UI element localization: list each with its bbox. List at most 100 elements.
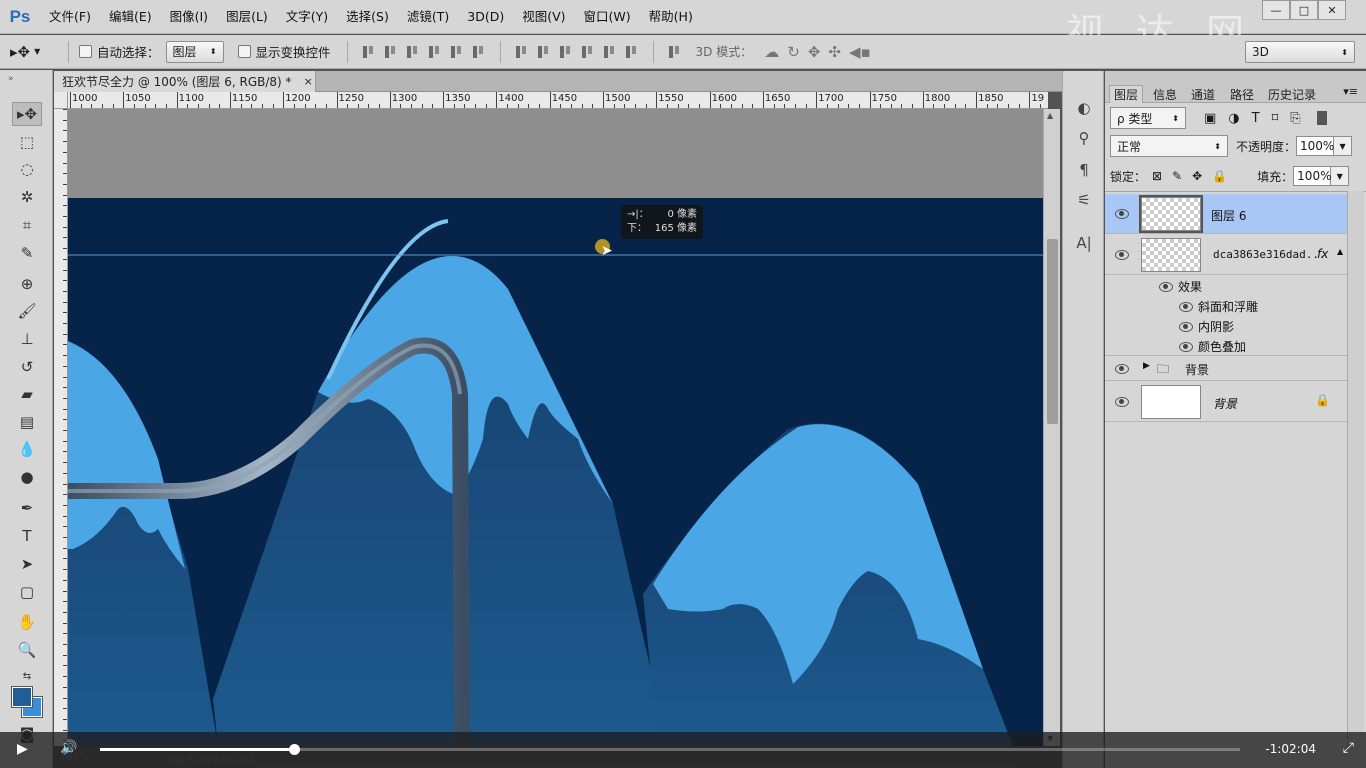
tab-info[interactable]: 信息 <box>1149 85 1181 103</box>
visibility-eye-icon[interactable] <box>1115 250 1129 260</box>
distribute-left-icon[interactable] <box>579 43 597 61</box>
layer-row[interactable]: 背景 🔒 <box>1105 382 1347 422</box>
fx-icon[interactable]: fx <box>1317 247 1328 261</box>
paragraph-panel-icon[interactable]: ¶ <box>1073 159 1095 181</box>
type-tool-icon[interactable]: T <box>12 524 42 548</box>
eyedropper-tool-icon[interactable]: ✎ <box>12 241 42 265</box>
menu-help[interactable]: 帮助(H) <box>640 0 702 34</box>
align-bottom-icon[interactable] <box>404 43 422 61</box>
blend-mode-dropdown[interactable]: 正常 ⬍ <box>1110 135 1228 157</box>
slide-3d-icon[interactable]: ✣ <box>828 43 841 61</box>
effect-bevel-emboss[interactable]: 斜面和浮雕 <box>1198 298 1258 315</box>
document-tab[interactable]: 狂欢节尽全力 @ 100% (图层 6, RGB/8) * × <box>54 71 316 92</box>
auto-select-checkbox[interactable] <box>79 45 92 58</box>
distribute-bottom-icon[interactable] <box>557 43 575 61</box>
menu-window[interactable]: 窗口(W) <box>575 0 640 34</box>
visibility-eye-icon[interactable] <box>1159 282 1173 292</box>
align-left-icon[interactable] <box>426 43 444 61</box>
tab-layers[interactable]: 图层 <box>1109 85 1144 103</box>
visibility-eye-icon[interactable] <box>1179 302 1193 312</box>
opacity-input[interactable]: 100% <box>1296 136 1334 156</box>
collapse-effects-icon[interactable]: ▲ <box>1337 247 1343 256</box>
pixel-filter-icon[interactable]: ▣ <box>1204 111 1216 126</box>
layer-name[interactable]: 背景 <box>1213 395 1237 412</box>
menu-image[interactable]: 图像(I) <box>161 0 217 34</box>
auto-select-dropdown[interactable]: 图层 ⬍ <box>165 40 224 63</box>
menu-3d[interactable]: 3D(D) <box>458 0 513 34</box>
scroll-up-icon[interactable]: ▲ <box>1047 111 1053 120</box>
brush-tool-icon[interactable]: 🖌 <box>12 299 42 323</box>
visibility-eye-icon[interactable] <box>1179 322 1193 332</box>
visibility-eye-icon[interactable] <box>1115 364 1129 374</box>
hand-tool-icon[interactable]: ✋ <box>12 610 42 634</box>
color-panel-icon[interactable]: ◐ <box>1073 97 1095 119</box>
layer-row[interactable]: 图层 6 <box>1105 194 1347 234</box>
ruler-origin[interactable] <box>54 92 68 109</box>
layer-name[interactable]: dca3863e316dad... <box>1213 248 1326 261</box>
minimize-button[interactable]: — <box>1262 0 1290 20</box>
layer-row[interactable]: dca3863e316dad... fx ▲ <box>1105 235 1347 275</box>
move-tool-preset[interactable]: ▸✥ ▼ <box>10 43 58 61</box>
close-tab-icon[interactable]: × <box>304 75 313 88</box>
move-tool-icon[interactable]: ▸✥ <box>12 102 42 126</box>
foreground-color-swatch[interactable] <box>11 686 33 708</box>
workspace-dropdown[interactable]: 3D ⬍ <box>1245 41 1355 63</box>
distribute-right-icon[interactable] <box>623 43 641 61</box>
eraser-tool-icon[interactable]: ▰ <box>12 382 42 406</box>
layers-scrollbar[interactable] <box>1347 191 1364 751</box>
filter-toggle-icon[interactable] <box>1316 111 1327 125</box>
swap-colors-icon[interactable]: ⇆ <box>12 664 42 688</box>
auto-align-icon[interactable] <box>666 43 684 61</box>
quick-select-tool-icon[interactable]: ✲ <box>12 185 42 209</box>
adjustment-filter-icon[interactable]: ◑ <box>1228 111 1239 126</box>
brush-panel-icon[interactable]: ⚲ <box>1073 127 1095 149</box>
tab-channels[interactable]: 通道 <box>1187 85 1219 103</box>
type-filter-icon[interactable]: T <box>1252 111 1260 126</box>
distribute-vcenter-icon[interactable] <box>535 43 553 61</box>
align-right-icon[interactable] <box>470 43 488 61</box>
play-icon[interactable]: ▶ <box>17 741 28 757</box>
zoom-tool-icon[interactable]: 🔍 <box>12 638 42 662</box>
menu-select[interactable]: 选择(S) <box>337 0 398 34</box>
fullscreen-icon[interactable]: ⤢ <box>1343 740 1354 756</box>
effect-color-overlay[interactable]: 颜色叠加 <box>1198 338 1246 355</box>
marquee-tool-icon[interactable]: ⬚ <box>12 130 42 154</box>
layer-group-row[interactable]: ▶ 🗀 背景 <box>1105 357 1347 381</box>
layer-name[interactable]: 图层 6 <box>1211 207 1246 224</box>
opacity-dropdown-icon[interactable]: ▼ <box>1334 136 1353 156</box>
healing-tool-icon[interactable]: ⊕ <box>12 272 42 296</box>
layer-filter-dropdown[interactable]: ρ 类型 ⬍ <box>1110 107 1186 129</box>
visibility-eye-icon[interactable] <box>1115 209 1129 219</box>
smart-filter-icon[interactable]: ⎘ <box>1290 111 1300 126</box>
menu-filter[interactable]: 滤镜(T) <box>398 0 458 34</box>
lock-pixels-icon[interactable]: ✎ <box>1172 169 1182 183</box>
menu-view[interactable]: 视图(V) <box>513 0 574 34</box>
zoom-level[interactable]: 100% <box>60 752 89 763</box>
visibility-eye-icon[interactable] <box>1179 342 1193 352</box>
show-transform-checkbox[interactable] <box>237 45 251 58</box>
character-panel-icon[interactable]: A| <box>1073 232 1095 254</box>
align-hcenter-icon[interactable] <box>448 43 466 61</box>
lasso-tool-icon[interactable]: ◌ <box>12 157 42 181</box>
align-vcenter-icon[interactable] <box>382 43 400 61</box>
effect-inner-shadow[interactable]: 内阴影 <box>1198 318 1234 335</box>
shape-tool-icon[interactable]: ▢ <box>12 580 42 604</box>
scale-3d-icon[interactable]: ◀▪ <box>849 43 871 61</box>
drag-3d-icon[interactable]: ✥ <box>808 43 821 61</box>
maximize-button[interactable]: □ <box>1290 0 1318 20</box>
video-progress-knob[interactable] <box>288 744 300 755</box>
panel-menu-icon[interactable]: ▾≡ <box>1343 85 1358 98</box>
pen-tool-icon[interactable]: ✒ <box>12 496 42 520</box>
tab-history[interactable]: 历史记录 <box>1264 85 1320 103</box>
rotate-3d-icon[interactable]: ☁ <box>764 43 779 61</box>
shape-filter-icon[interactable]: ⌑ <box>1272 111 1279 126</box>
menu-edit[interactable]: 编辑(E) <box>100 0 161 34</box>
collapse-icon[interactable]: » <box>0 70 52 90</box>
menu-type[interactable]: 文字(Y) <box>277 0 337 34</box>
align-top-icon[interactable] <box>360 43 378 61</box>
dodge-tool-icon[interactable]: ● <box>12 465 42 489</box>
close-button[interactable]: ✕ <box>1318 0 1346 20</box>
roll-3d-icon[interactable]: ↻ <box>787 43 800 61</box>
scroll-thumb[interactable] <box>1047 239 1058 424</box>
stamp-tool-icon[interactable]: ⊥ <box>12 327 42 351</box>
